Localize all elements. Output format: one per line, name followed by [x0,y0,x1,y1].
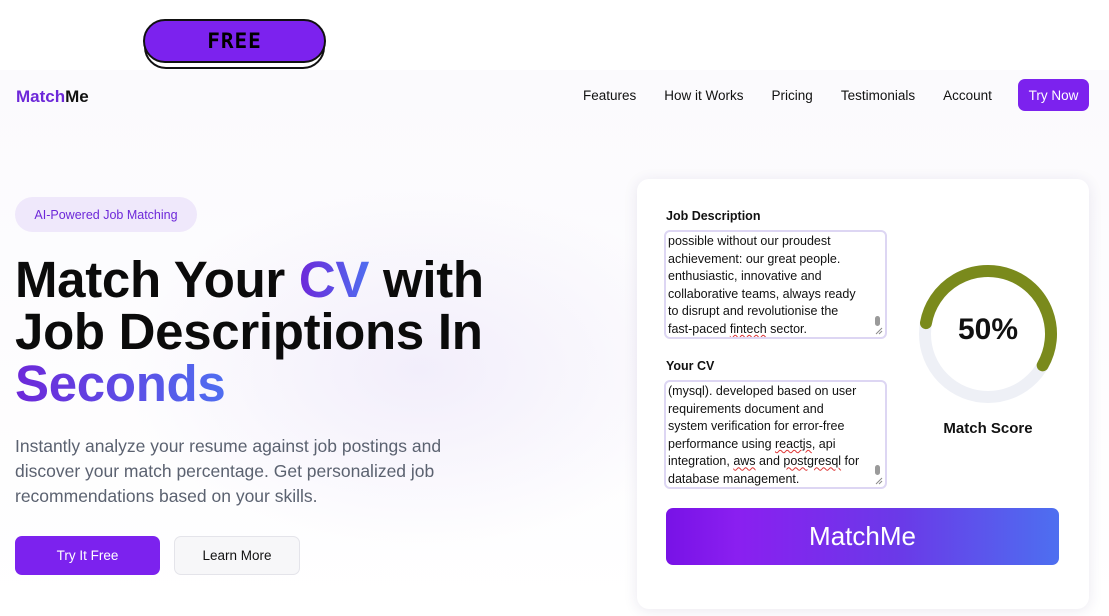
job-description-label: Job Description [666,209,761,223]
cv-line: integration, aws and postgresql for [668,454,860,469]
free-sticker-label: FREE [143,19,326,63]
nav-link-how-it-works[interactable]: How it Works [664,88,743,103]
logo[interactable]: MatchMe [16,87,89,107]
logo-match: Match [16,87,66,106]
match-score-label: Match Score [943,420,1033,437]
headline-accent: CV [298,251,370,308]
matchme-button[interactable]: MatchMe [666,508,1059,565]
cv-text: (mysql). developed based on user require… [668,383,873,487]
headline-line-2: Job Descriptions In [15,303,483,360]
learn-more-button[interactable]: Learn More [174,536,300,575]
hero-tag: AI-Powered Job Matching [15,197,197,232]
job-line: possible without our proudest [668,234,831,248]
headline-pre: Match Your [15,251,299,308]
match-score-value: 50% [957,313,1019,346]
logo-me: Me [65,87,89,106]
resize-grip-icon[interactable] [875,477,883,485]
nav-links: Features How it Works Pricing Testimonia… [583,88,992,103]
try-now-button[interactable]: Try Now [1018,79,1089,111]
job-description-text: possible without our proudest achievemen… [668,233,873,337]
headline-line-1: Match Your CV with [15,254,575,306]
job-line: collaborative teams, always ready [668,286,856,301]
free-sticker: FREE [143,19,326,69]
nav-link-features[interactable]: Features [583,88,636,103]
job-line: to disrupt and revolutionise the [668,304,839,319]
headline-post: with [369,251,484,308]
nav-link-pricing[interactable]: Pricing [772,88,813,103]
nav-link-testimonials[interactable]: Testimonials [841,88,915,103]
job-line: enthusiastic, innovative and [668,269,822,284]
job-description-input[interactable]: possible without our proudest achievemen… [664,230,887,339]
hero-subtext: Instantly analyze your resume against jo… [15,436,442,506]
cv-line: (mysql). developed based on user [668,384,857,398]
cv-input[interactable]: (mysql). developed based on user require… [664,380,887,489]
job-scrollbar-thumb[interactable] [875,316,880,326]
nav-link-account[interactable]: Account [943,88,992,103]
headline-line-3: Seconds [15,355,226,412]
cv-line: performance using reactjs, api [668,436,836,451]
resize-grip-icon[interactable] [875,327,883,335]
try-it-free-button[interactable]: Try It Free [15,536,160,575]
hero-headline: Match Your CV with Job Descriptions In S… [15,254,575,410]
your-cv-label: Your CV [666,359,715,373]
cv-line: requirements document and [668,401,824,416]
cv-line: database management. [668,471,800,486]
cv-line: system verification for error-free [668,419,845,434]
top-nav: MatchMe Features How it Works Pricing Te… [0,78,1109,112]
job-line: fast-paced fintech sector. [668,321,807,336]
cv-scrollbar-thumb[interactable] [875,465,880,475]
job-line: achievement: our great people. [668,251,841,266]
